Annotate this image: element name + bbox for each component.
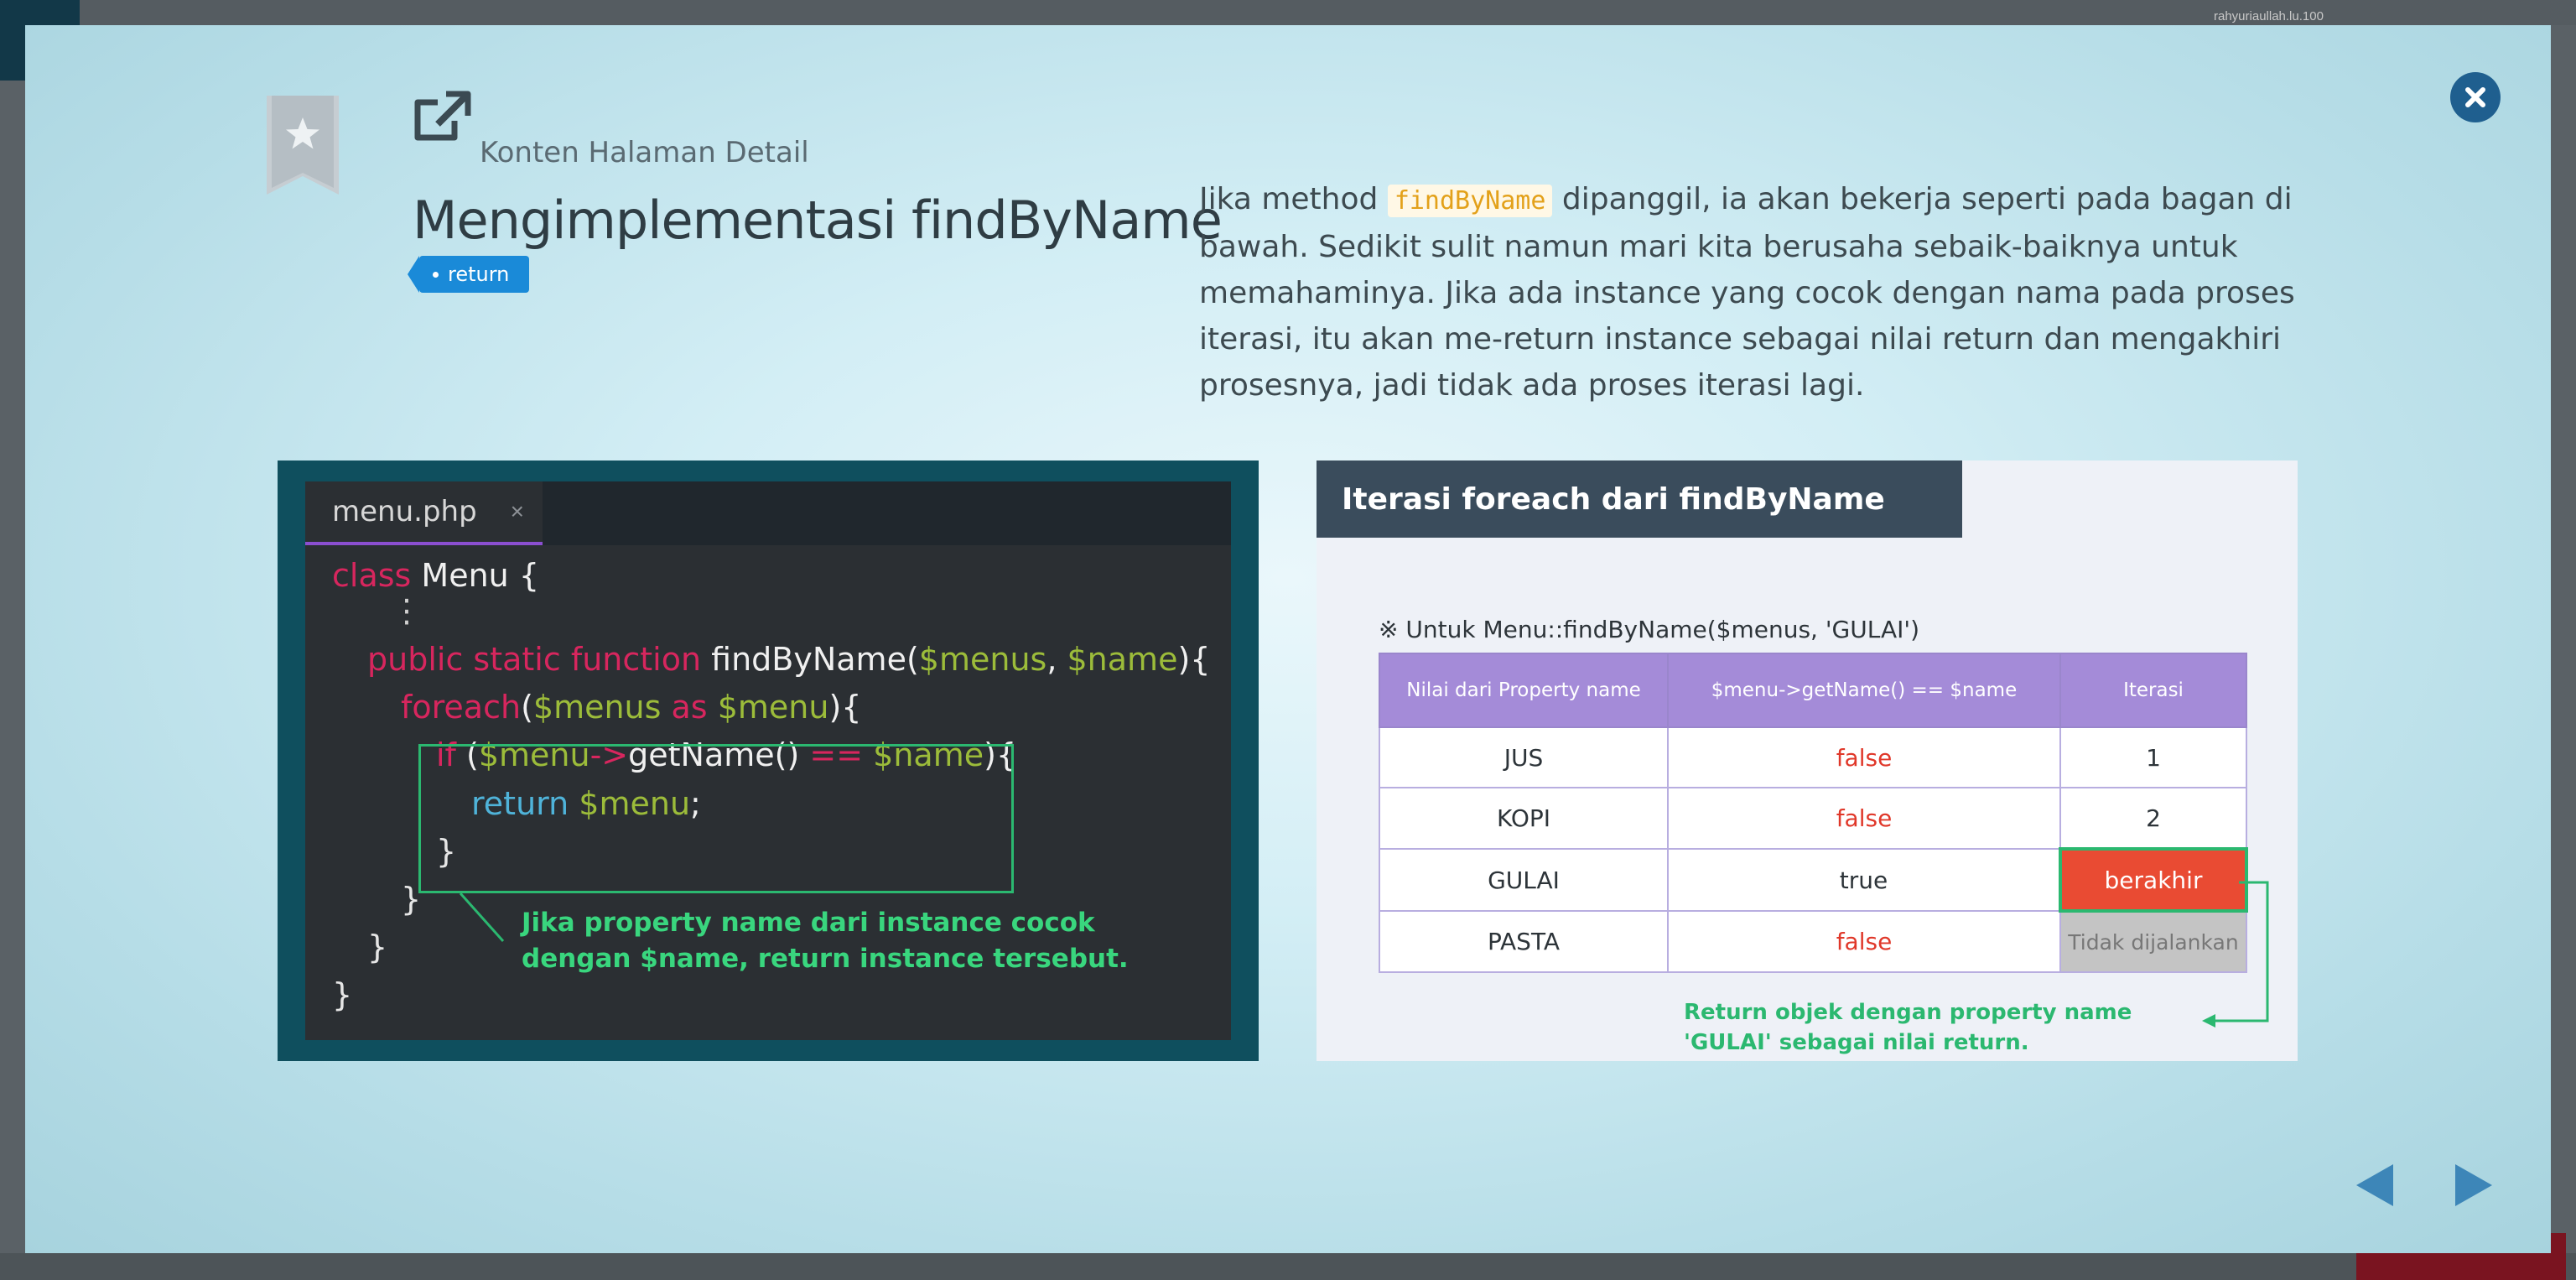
bookmark-star-icon[interactable] — [267, 96, 339, 195]
background-user: rahyuriaullah.lu.100 — [2214, 7, 2324, 25]
background-topbar — [0, 0, 2576, 25]
return-arrow — [2202, 881, 2269, 1028]
code-editor: menu.php × class Menu { ⋮ public static … — [305, 481, 1231, 1040]
detail-modal: Konten Halaman Detail Mengimplementasi f… — [25, 25, 2551, 1253]
previous-button[interactable] — [2353, 1161, 2398, 1210]
close-button[interactable] — [2450, 72, 2501, 122]
next-button[interactable] — [2450, 1161, 2496, 1210]
external-link-icon — [414, 91, 471, 141]
code-note: Jika property name dari instance cocok d… — [522, 908, 1129, 974]
arrow-right-icon — [2455, 1164, 2492, 1206]
description-text-1: Jika method — [1199, 182, 1388, 216]
tag-dot-icon — [433, 271, 439, 278]
iteration-illustration: Iterasi foreach dari findByName ※ Untuk … — [1317, 460, 2298, 1061]
page-title: Mengimplementasi findByName — [413, 190, 1223, 251]
background-username: rahyuriaullah.lu.100 — [2214, 8, 2324, 23]
close-icon — [2465, 87, 2485, 107]
background-bottombar — [0, 1253, 2576, 1280]
description: Jika method findByName dipanggil, ia aka… — [1199, 176, 2298, 408]
code-illustration: menu.php × class Menu { ⋮ public static … — [278, 460, 1259, 1061]
arrow-left-icon — [2356, 1164, 2393, 1206]
return-tag[interactable]: return — [407, 256, 530, 293]
table-note: Return objek dengan property name 'GULAI… — [1684, 1000, 2132, 1055]
description-inline-code: findByName — [1387, 185, 1553, 217]
page-subtitle: Konten Halaman Detail — [480, 136, 809, 169]
tag-label: return — [448, 263, 510, 286]
